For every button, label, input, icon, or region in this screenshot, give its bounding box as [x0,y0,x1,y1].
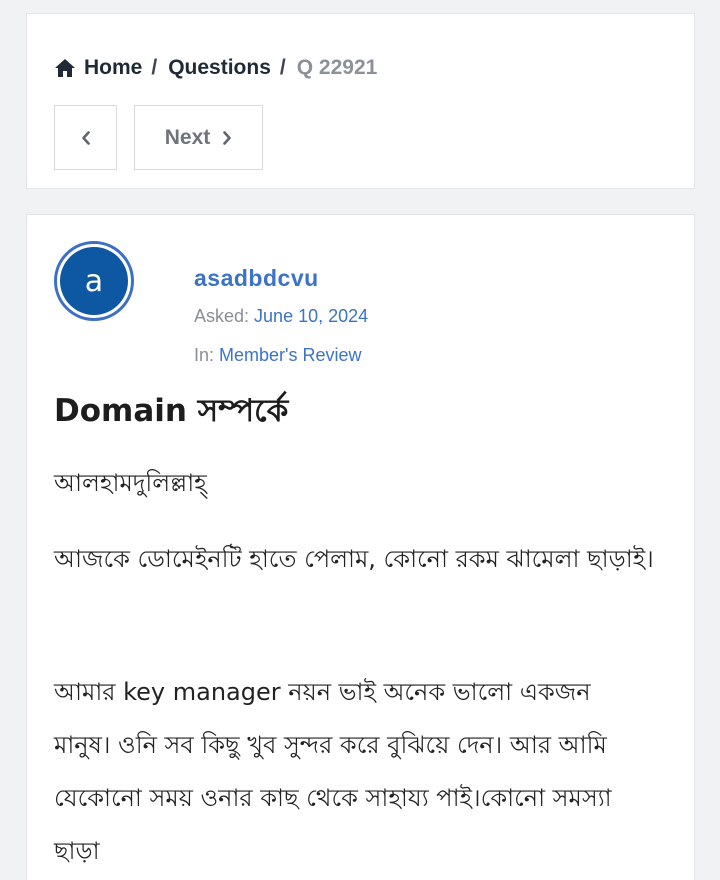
author-name-link[interactable]: asadbdcvu [194,265,319,292]
asked-label: Asked: [194,306,250,326]
question-card: a asadbdcvu Asked: June 10, 2024 In: Mem… [26,214,695,880]
next-button[interactable]: Next [134,105,263,170]
next-button-label: Next [164,125,211,149]
avatar-letter: a [60,247,128,315]
category-label: In: [194,345,215,365]
home-icon[interactable] [54,58,76,78]
breadcrumb: Home / Questions / Q 22921 [54,54,377,82]
category-link[interactable]: Member's Review [219,345,361,365]
breadcrumb-current: Q 22921 [296,56,378,79]
question-title: Domain সম্পর্কে [54,393,289,429]
category-meta: In: Member's Review [194,345,362,366]
breadcrumb-questions-link[interactable]: Questions [168,56,271,80]
breadcrumb-separator: / [279,56,286,79]
question-body-paragraph: আজকে ডোমেইনটি হাতে পেলাম, কোনো রকম ঝামেল… [54,545,654,573]
question-body-paragraph: আমার key manager নয়ন ভাই অনেক ভালো একজন… [54,678,612,865]
breadcrumb-separator: / [151,56,158,79]
breadcrumb-home-link[interactable]: Home [84,56,142,80]
chevron-left-icon [81,130,90,145]
avatar[interactable]: a [54,241,134,321]
question-body-paragraph: আলহামদুলিল্লাহ্ [54,469,207,497]
chevron-right-icon [223,130,232,145]
previous-button[interactable] [54,105,117,170]
asked-meta: Asked: June 10, 2024 [194,306,368,327]
asked-date-link[interactable]: June 10, 2024 [254,306,368,326]
breadcrumb-card: Home / Questions / Q 22921 Next [26,13,695,189]
